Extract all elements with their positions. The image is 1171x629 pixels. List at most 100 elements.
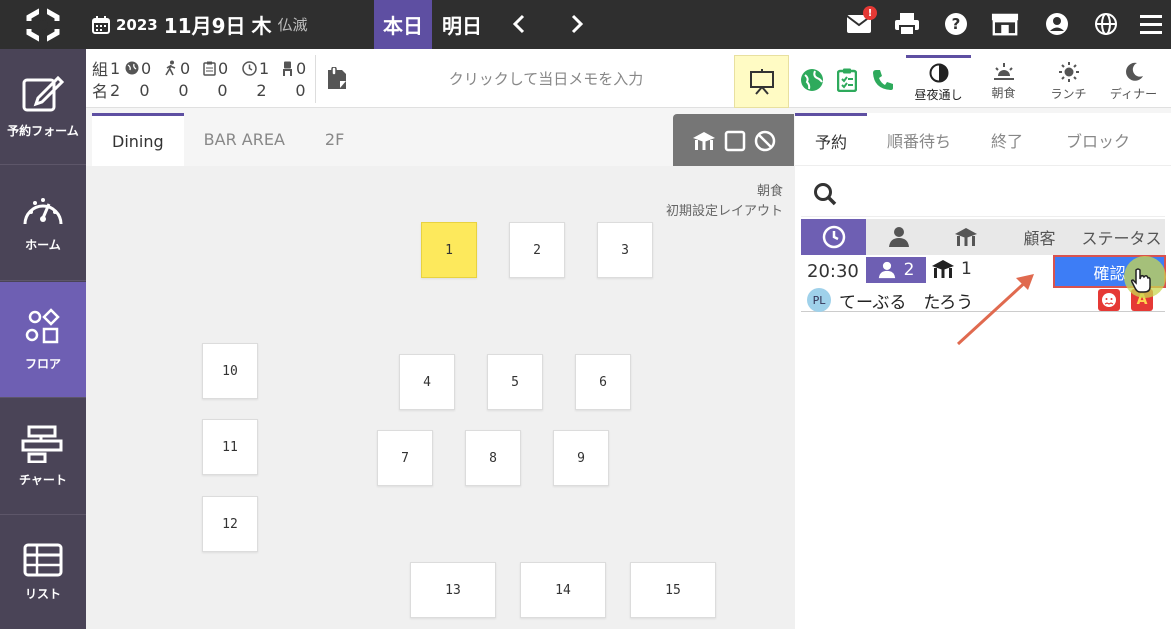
angry-face-icon [1098, 289, 1120, 311]
table-5[interactable]: 5 [487, 354, 543, 410]
print-icon [895, 13, 919, 36]
reservation-time: 20:30 [807, 261, 859, 282]
store-button[interactable] [991, 10, 1019, 38]
chart-icon [21, 425, 63, 463]
table-9[interactable]: 9 [553, 430, 609, 486]
annotation-arrow [956, 274, 1034, 346]
floor-meal-note: 朝食 [756, 184, 783, 199]
sort-by-time[interactable] [801, 219, 866, 255]
daily-stats: 組1 0 0 0 1 0 名2 0 0 0 2 0 [92, 57, 320, 102]
sort-by-table[interactable] [931, 219, 1001, 255]
sidebar: 予約フォーム ホーム フロア チャート リスト [0, 49, 86, 629]
table-1[interactable]: 1 [421, 222, 477, 278]
top-bar: 2023 11月9日 木 仏滅 本日 明日 ! ? [0, 0, 1171, 49]
language-button[interactable] [1092, 10, 1120, 38]
help-button[interactable]: ? [942, 10, 970, 38]
mail-button[interactable]: ! [845, 6, 877, 38]
checklist-icon[interactable] [837, 68, 857, 92]
stats-value: 0 [139, 80, 150, 100]
info-bar: 組1 0 0 0 1 0 名2 0 0 0 2 0 クリックして当日メモを入力 … [86, 49, 1171, 108]
mail-badge: ! [863, 6, 877, 20]
sidebar-item-list[interactable]: リスト [0, 515, 86, 629]
tab-waitlist[interactable]: 順番待ち [867, 113, 971, 166]
clipboard-icon [203, 61, 216, 76]
stats-value: 0 [296, 58, 307, 78]
sidebar-item-chart[interactable]: チャート [0, 399, 86, 515]
layout-button[interactable] [734, 55, 789, 108]
tab-all-day[interactable]: 昼夜通し [906, 55, 971, 108]
date-year: 2023 [116, 15, 158, 34]
daily-memo-input[interactable]: クリックして当日メモを入力 [366, 49, 726, 108]
half-circle-icon [929, 63, 948, 83]
reservation-party: 2 [866, 257, 926, 283]
table-15[interactable]: 15 [630, 562, 716, 618]
edit-icon [22, 75, 64, 112]
next-day-icon[interactable] [564, 12, 588, 36]
table-8[interactable]: 8 [465, 430, 521, 486]
date-display[interactable]: 2023 11月9日 木 仏滅 [92, 0, 308, 49]
hand-pointer-icon [1130, 268, 1151, 293]
web-globe-icon[interactable] [800, 68, 824, 92]
phone-icon[interactable] [871, 68, 895, 92]
print-button[interactable] [893, 10, 921, 38]
tab-label: 昼夜通し [914, 88, 963, 102]
table-7[interactable]: 7 [377, 430, 433, 486]
stats-groups-label: 組 [92, 60, 109, 79]
tab-2f[interactable]: 2F [305, 113, 364, 166]
floor-tabs: Dining BAR AREA 2F [92, 113, 364, 166]
tab-bar-area[interactable]: BAR AREA [184, 113, 305, 166]
table-shape-icon[interactable] [692, 131, 716, 151]
tab-lunch[interactable]: ランチ [1036, 55, 1101, 108]
date-rokuyo: 仏滅 [277, 16, 308, 34]
sort-by-customer[interactable]: 顧客 [1001, 219, 1078, 255]
table-2[interactable]: 2 [509, 222, 565, 278]
globe-icon [125, 61, 139, 75]
square-icon[interactable] [724, 130, 746, 152]
person-icon [878, 261, 895, 279]
sidebar-item-floor[interactable]: フロア [0, 282, 86, 398]
floor-layout-note: 初期設定レイアウト [665, 204, 783, 219]
table-10[interactable]: 10 [202, 343, 258, 399]
table-4[interactable]: 4 [399, 354, 455, 410]
floor-note: 朝食 初期設定レイアウト [666, 182, 783, 222]
search-input[interactable] [847, 185, 1165, 202]
sort-by-party[interactable] [866, 219, 931, 255]
table-14[interactable]: 14 [520, 562, 606, 618]
stats-value: 0 [178, 80, 189, 100]
moon-icon [1125, 62, 1143, 81]
party-size: 2 [903, 260, 915, 280]
sidebar-item-label: ホーム [25, 238, 61, 252]
account-button[interactable] [1043, 10, 1071, 38]
tab-dinner[interactable]: ディナー [1101, 55, 1166, 108]
whiteboard-icon [749, 68, 774, 95]
table-13[interactable]: 13 [410, 562, 496, 618]
table-11[interactable]: 11 [202, 419, 258, 475]
tab-finished[interactable]: 終了 [971, 113, 1043, 166]
tab-breakfast[interactable]: 朝食 [971, 55, 1036, 108]
tab-reservations[interactable]: 予約 [795, 113, 867, 166]
table-3[interactable]: 3 [597, 222, 653, 278]
table-12[interactable]: 12 [202, 496, 258, 552]
block-icon[interactable] [754, 130, 776, 152]
today-button[interactable]: 本日 [374, 0, 432, 49]
app-logo[interactable] [0, 0, 86, 49]
table-6[interactable]: 6 [575, 354, 631, 410]
sidebar-item-reservation-form[interactable]: 予約フォーム [0, 49, 86, 165]
tomorrow-button[interactable]: 明日 [432, 0, 492, 49]
sort-by-status[interactable]: ステータス [1078, 219, 1165, 255]
tab-dining[interactable]: Dining [92, 113, 184, 166]
menu-button[interactable] [1137, 10, 1165, 38]
stats-people-row: 名2 0 0 0 2 0 [92, 79, 320, 102]
stats-value: 0 [295, 80, 306, 100]
stats-people-label: 名 [92, 82, 109, 101]
avatar: PL [807, 288, 831, 312]
prev-day-icon[interactable] [508, 12, 532, 36]
tab-block[interactable]: ブロック [1043, 113, 1153, 166]
date-month-day: 11月9日 [163, 14, 246, 38]
walk-in-icon [165, 60, 176, 76]
clock-icon [822, 225, 845, 249]
sunrise-icon [993, 62, 1014, 80]
table-shape-icon [955, 228, 977, 246]
tab-label: 朝食 [991, 85, 1016, 100]
sidebar-item-home[interactable]: ホーム [0, 165, 86, 281]
